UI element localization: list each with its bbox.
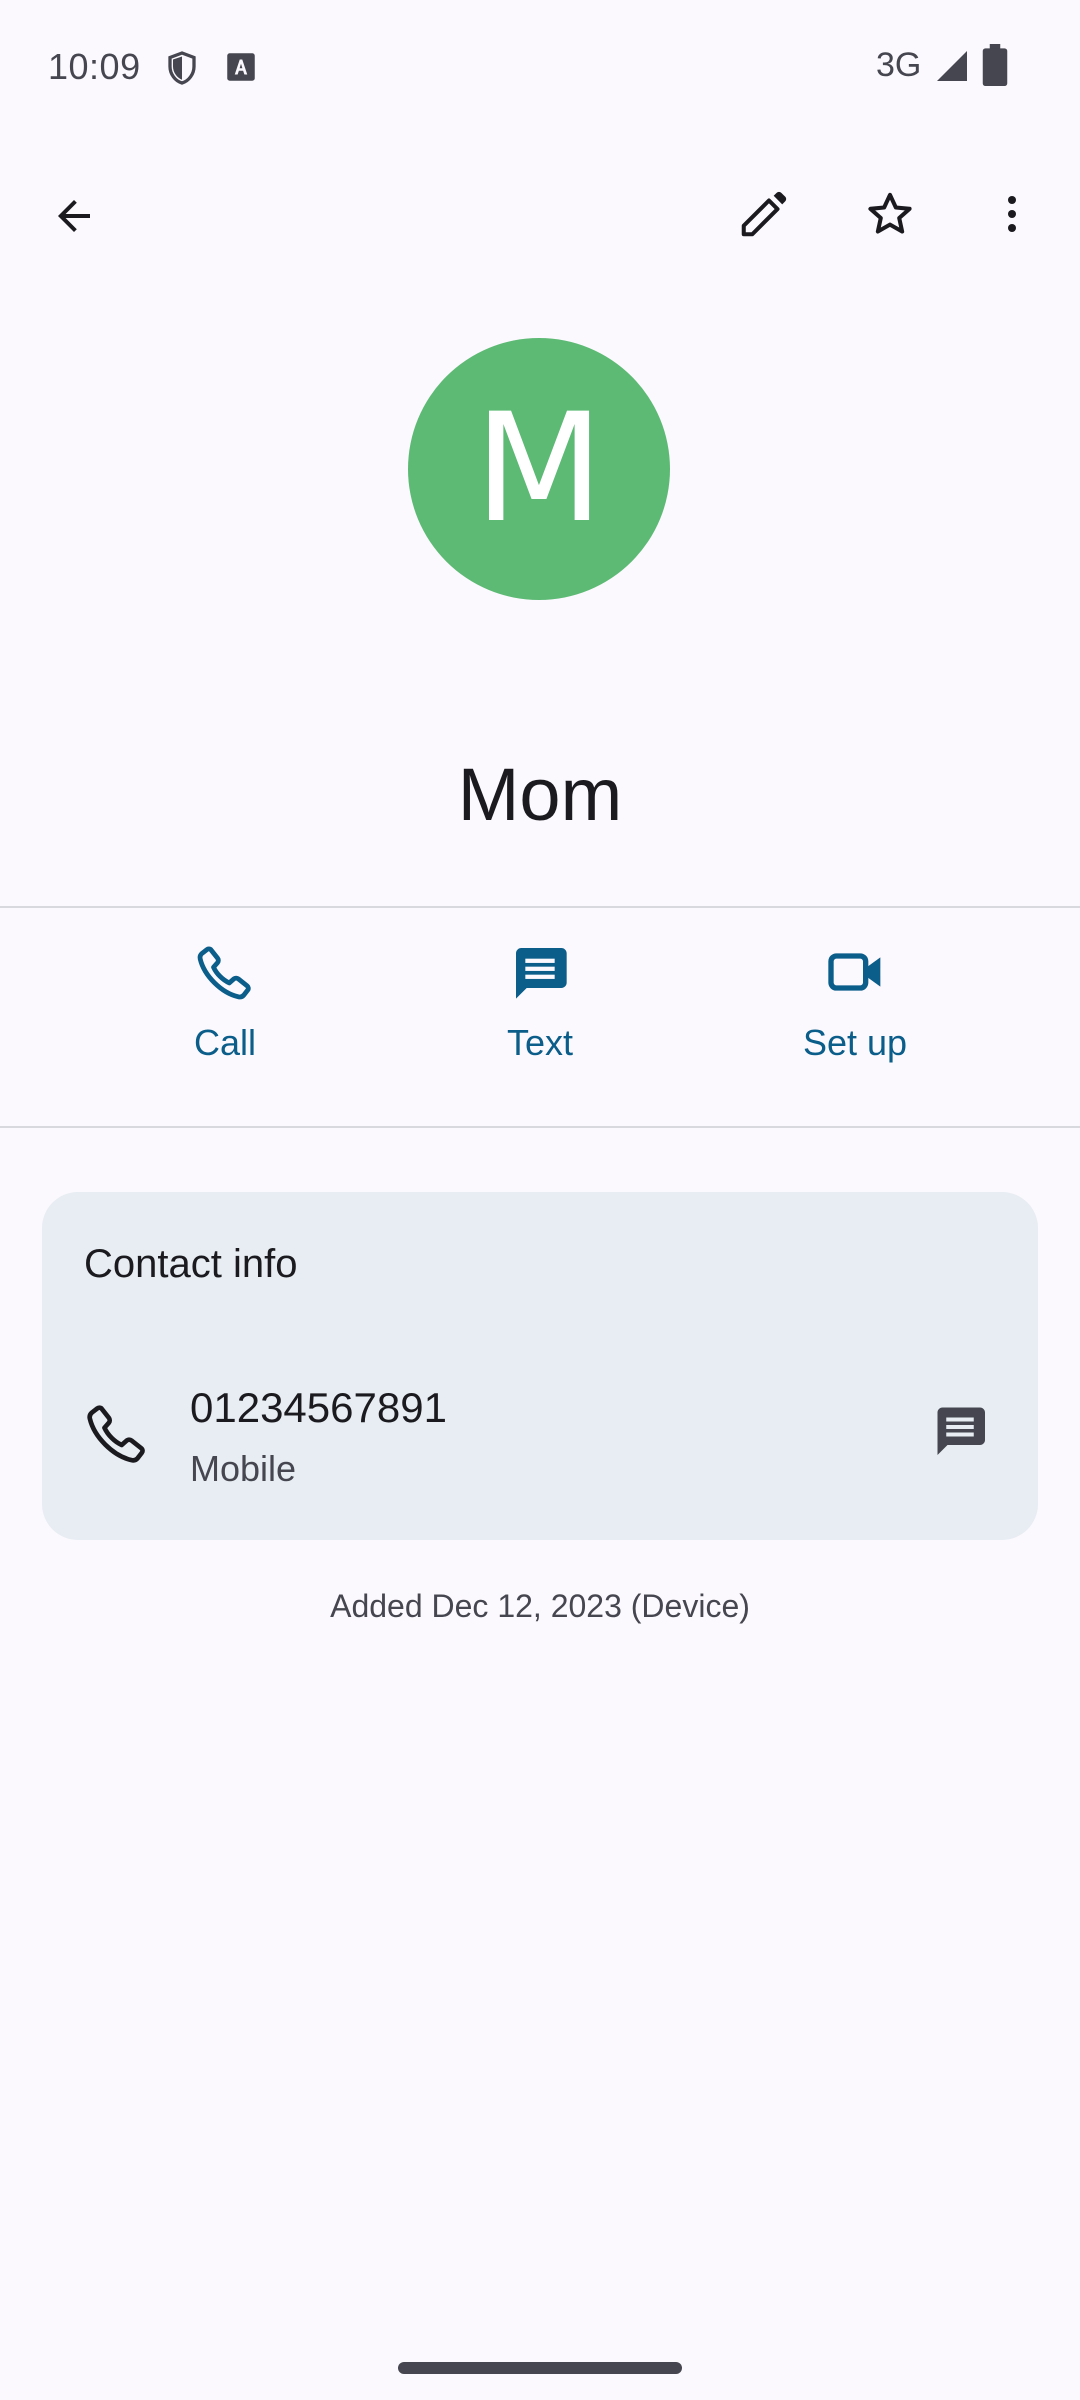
text-action[interactable]: Text [420, 940, 660, 1090]
signal-icon [934, 48, 970, 89]
setup-video-action[interactable]: Set up [735, 940, 975, 1090]
message-icon [937, 1407, 985, 1455]
avatar: M [408, 338, 670, 600]
keyboard-a-icon [226, 52, 256, 87]
edit-pencil-icon [741, 191, 787, 237]
back-button[interactable] [26, 168, 122, 264]
divider-top [0, 906, 1080, 908]
back-arrow-icon [58, 200, 90, 232]
call-label: Call [193, 1022, 256, 1063]
more-vert-icon [1008, 196, 1016, 232]
more-options-button[interactable] [964, 166, 1060, 262]
star-outline-icon [868, 192, 912, 234]
status-time: 10:09 [48, 46, 141, 87]
contact-info-card: Contact info 01234567891 Mobile [42, 1192, 1038, 1540]
battery-icon [982, 44, 1008, 91]
contact-info-title: Contact info [84, 1242, 298, 1286]
status-bar: 10:09 3G [0, 0, 1080, 130]
divider-bottom [0, 1126, 1080, 1128]
added-note: Added Dec 12, 2023 (Device) [330, 1588, 750, 1624]
send-message-button[interactable] [922, 1392, 998, 1468]
phone-number: 01234567891 [190, 1384, 447, 1431]
avatar-initial: M [474, 382, 604, 556]
favorite-button[interactable] [842, 166, 938, 262]
contact-name: Mom [457, 753, 623, 836]
phone-icon [197, 946, 251, 1000]
edit-button[interactable] [716, 166, 812, 262]
video-call-icon [828, 953, 881, 991]
shield-icon [164, 48, 200, 93]
gesture-nav-handle[interactable] [398, 2362, 682, 2374]
phone-icon [87, 1405, 145, 1463]
network-type: 3G [876, 46, 922, 84]
setup-label: Set up [802, 1022, 908, 1063]
text-label: Text [506, 1022, 574, 1063]
phone-type: Mobile [190, 1448, 297, 1489]
call-action[interactable]: Call [105, 940, 345, 1090]
message-icon [516, 948, 567, 999]
